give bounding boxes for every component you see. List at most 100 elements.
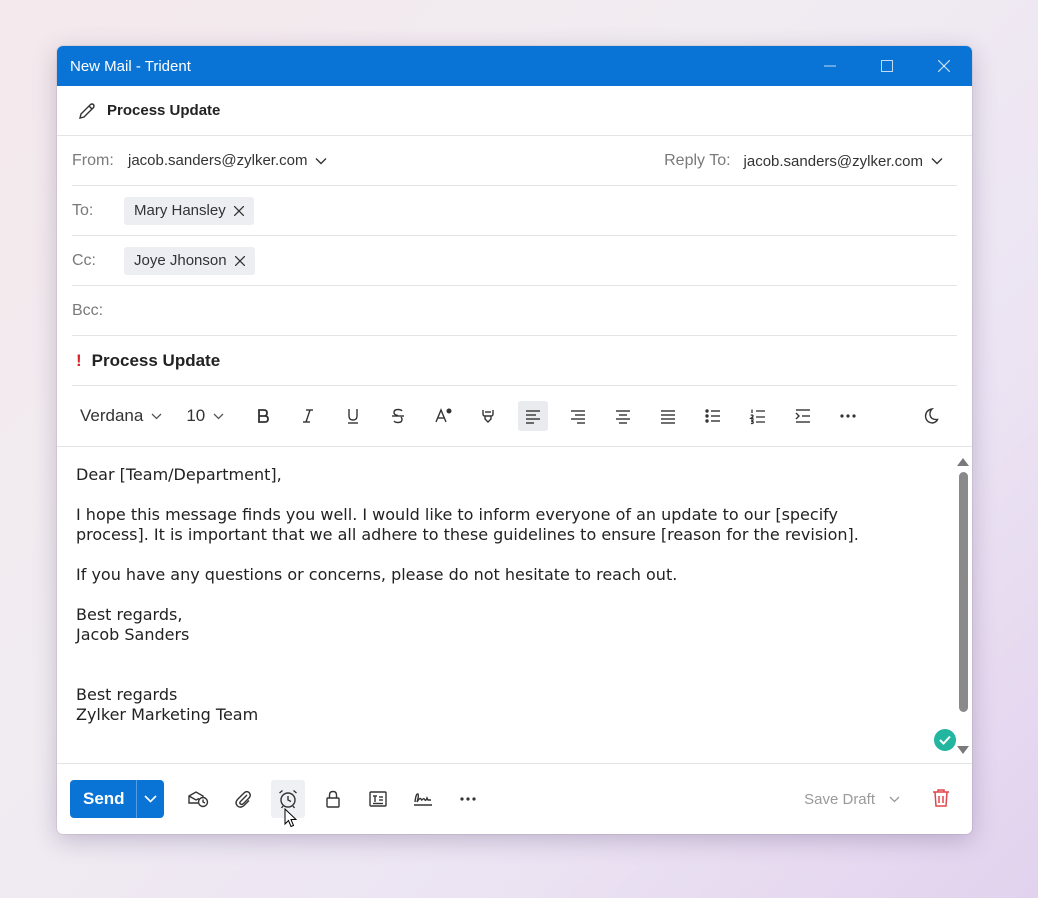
- mouse-cursor-icon: [284, 808, 298, 828]
- send-options-dropdown[interactable]: [136, 780, 164, 818]
- more-icon: [840, 414, 856, 418]
- maximize-button[interactable]: [858, 46, 915, 86]
- lock-icon: [326, 790, 340, 808]
- paragraph-line: I hope this message finds you well. I wo…: [76, 505, 838, 524]
- to-row[interactable]: To: Mary Hansley: [72, 186, 957, 236]
- paragraph-line: process]. It is important that we all ad…: [76, 525, 859, 544]
- recipient-chip[interactable]: Joye Jhonson: [124, 246, 255, 275]
- templates-button[interactable]: [361, 780, 395, 818]
- underline-icon: [348, 409, 359, 424]
- align-left-icon: [526, 410, 541, 424]
- cc-label: Cc:: [72, 251, 96, 269]
- more-icon: [460, 797, 476, 801]
- scroll-down-arrow[interactable]: [957, 741, 969, 759]
- close-button[interactable]: [915, 46, 972, 86]
- numbered-list-icon: [749, 409, 766, 425]
- compose-header: Process Update: [57, 86, 972, 136]
- chevron-down-icon: [315, 157, 327, 165]
- indent-button[interactable]: [788, 401, 818, 431]
- chevron-down-icon: [213, 413, 224, 420]
- signature-name: Jacob Sanders: [76, 625, 190, 644]
- align-right-icon: [571, 410, 586, 424]
- signature-icon: [414, 793, 432, 806]
- subject-row[interactable]: ! Process Update: [72, 336, 957, 386]
- dark-mode-button[interactable]: [915, 401, 945, 431]
- message-body[interactable]: Dear [Team/Department], I hope this mess…: [57, 447, 972, 764]
- from-selector[interactable]: jacob.sanders@zylker.com: [128, 152, 327, 169]
- paperclip-icon: [235, 790, 251, 808]
- chevron-down-icon: [931, 157, 943, 165]
- title-bar: New Mail - Trident: [57, 46, 972, 86]
- from-row: From: jacob.sanders@zylker.com Reply To:…: [72, 136, 957, 186]
- align-left-button[interactable]: [518, 401, 549, 431]
- bcc-label: Bcc:: [72, 301, 104, 319]
- font-size-select[interactable]: 10: [186, 406, 224, 426]
- align-center-button[interactable]: [608, 401, 638, 431]
- bullet-list-button[interactable]: [698, 401, 728, 431]
- strikethrough-icon: [392, 408, 405, 424]
- font-color-button[interactable]: [428, 401, 458, 431]
- from-address: jacob.sanders@zylker.com: [128, 152, 308, 169]
- format-toolbar: Verdana 10: [57, 386, 972, 447]
- bullet-list-icon: [705, 409, 721, 423]
- justify-icon: [661, 410, 676, 424]
- signature-name: Zylker Marketing Team: [76, 705, 259, 724]
- underline-button[interactable]: [338, 401, 368, 431]
- reply-to-address: jacob.sanders@zylker.com: [743, 152, 923, 170]
- attach-button[interactable]: [226, 780, 260, 818]
- grammar-check-icon[interactable]: [934, 729, 956, 751]
- discard-button[interactable]: [932, 788, 950, 813]
- font-size-value: 10: [186, 406, 206, 425]
- recipient-chip[interactable]: Mary Hansley: [124, 196, 254, 225]
- font-family-select[interactable]: Verdana: [80, 406, 162, 426]
- pencil-icon: [77, 101, 97, 121]
- signature-button[interactable]: [406, 780, 440, 818]
- strikethrough-button[interactable]: [383, 401, 413, 431]
- more-actions-button[interactable]: [451, 780, 485, 818]
- scroll-up-arrow[interactable]: [957, 453, 969, 471]
- schedule-send-icon: [188, 791, 209, 808]
- align-center-icon: [616, 410, 631, 424]
- justify-button[interactable]: [653, 401, 683, 431]
- cc-row[interactable]: Cc: Joye Jhonson: [72, 236, 957, 286]
- recipient-name: Mary Hansley: [134, 202, 226, 219]
- align-right-button[interactable]: [563, 401, 593, 431]
- window-controls: [801, 46, 972, 86]
- bold-icon: [258, 409, 270, 423]
- scrollbar-thumb[interactable]: [959, 472, 968, 712]
- italic-icon: [303, 409, 314, 423]
- send-button[interactable]: Send: [70, 780, 164, 818]
- chevron-down-icon: [151, 413, 162, 420]
- highlighter-icon: [482, 410, 494, 423]
- minimize-icon: [823, 65, 836, 67]
- remove-recipient-icon[interactable]: [234, 255, 245, 266]
- minimize-button[interactable]: [801, 46, 858, 86]
- importance-icon: !: [76, 350, 82, 370]
- chevron-down-icon[interactable]: [889, 796, 900, 803]
- schedule-send-button[interactable]: [181, 780, 215, 818]
- remove-recipient-icon[interactable]: [233, 205, 244, 216]
- more-formatting-button[interactable]: [833, 401, 863, 431]
- closing-line: Best regards: [76, 685, 178, 704]
- save-draft-label: Save Draft: [804, 790, 875, 808]
- footer-actions: [181, 780, 496, 818]
- highlight-button[interactable]: [473, 401, 503, 431]
- bold-button[interactable]: [248, 401, 278, 431]
- compose-title: Process Update: [107, 102, 221, 119]
- italic-button[interactable]: [293, 401, 323, 431]
- greeting-line: Dear [Team/Department],: [76, 465, 282, 484]
- encrypt-button[interactable]: [316, 780, 350, 818]
- numbered-list-button[interactable]: [743, 401, 773, 431]
- message-text[interactable]: Dear [Team/Department], I hope this mess…: [76, 465, 926, 725]
- subject-field[interactable]: Process Update: [92, 351, 221, 371]
- template-icon: [369, 791, 387, 807]
- reply-to-selector[interactable]: jacob.sanders@zylker.com: [744, 153, 943, 170]
- reply-to-label: Reply To:: [664, 152, 731, 169]
- paragraph-line: If you have any questions or concerns, p…: [76, 565, 678, 584]
- recipient-name: Joye Jhonson: [134, 252, 227, 269]
- bcc-row[interactable]: Bcc:: [72, 286, 957, 336]
- save-draft-button[interactable]: Save Draft: [804, 764, 900, 834]
- chevron-down-icon: [144, 795, 157, 803]
- compose-window: New Mail - Trident Process Update From: …: [57, 46, 972, 834]
- font-color-icon: [435, 408, 452, 423]
